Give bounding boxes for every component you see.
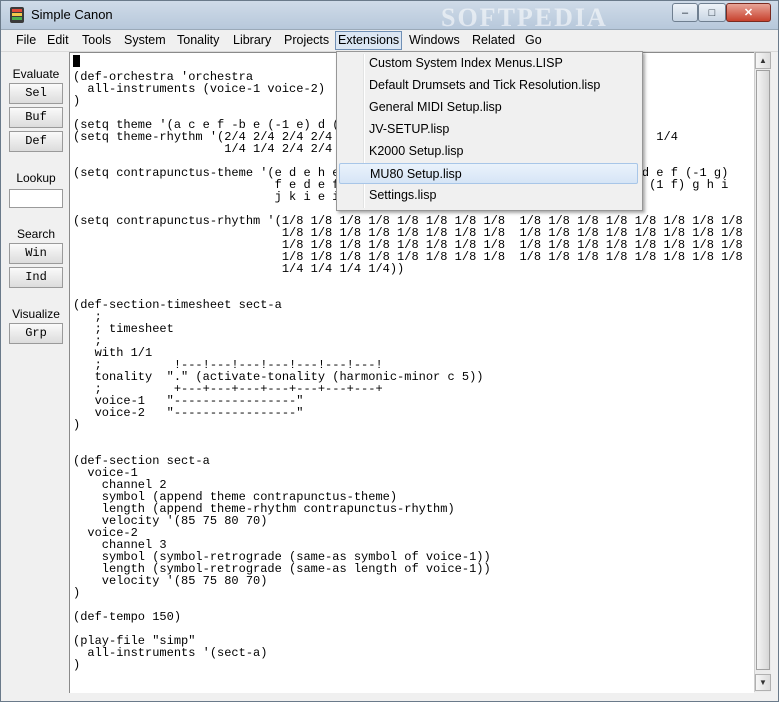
search-win-button[interactable]: Win bbox=[9, 243, 63, 264]
softpedia-watermark: SOFTPEDIA bbox=[441, 3, 608, 32]
title-bar[interactable]: Simple Canon SOFTPEDIA – □ ✕ bbox=[1, 1, 778, 32]
scroll-up-icon[interactable]: ▲ bbox=[755, 52, 771, 69]
app-icon bbox=[10, 7, 24, 23]
menu-library[interactable]: Library bbox=[231, 32, 273, 49]
menu-edit[interactable]: Edit bbox=[45, 32, 71, 49]
menu-item-k2000-setup[interactable]: K2000 Setup.lisp bbox=[339, 141, 638, 162]
evaluate-sel-button[interactable]: Sel bbox=[9, 83, 63, 104]
menu-item-settings[interactable]: Settings.lisp bbox=[339, 185, 638, 206]
menu-tools[interactable]: Tools bbox=[80, 32, 113, 49]
search-label: Search bbox=[16, 227, 56, 241]
scroll-down-icon[interactable]: ▼ bbox=[755, 674, 771, 691]
menu-bar: File Edit Tools System Tonality Library … bbox=[1, 30, 778, 52]
evaluate-buf-button[interactable]: Buf bbox=[9, 107, 63, 128]
menu-related[interactable]: Related bbox=[470, 32, 517, 49]
menu-item-mu80-setup[interactable]: MU80 Setup.lisp bbox=[339, 163, 638, 184]
menu-file[interactable]: File bbox=[14, 32, 38, 49]
menu-item-jv-setup[interactable]: JV-SETUP.lisp bbox=[339, 119, 638, 140]
scroll-thumb[interactable] bbox=[756, 70, 770, 670]
menu-item-general-midi-setup[interactable]: General MIDI Setup.lisp bbox=[339, 97, 638, 118]
menu-system[interactable]: System bbox=[122, 32, 168, 49]
menu-item-custom-system-index[interactable]: Custom System Index Menus.LISP bbox=[339, 53, 638, 74]
main-window: Simple Canon SOFTPEDIA – □ ✕ File Edit T… bbox=[0, 0, 779, 702]
visualize-label: Visualize bbox=[12, 307, 60, 321]
window-title: Simple Canon bbox=[31, 7, 113, 22]
minimize-button[interactable]: – bbox=[672, 3, 698, 22]
menu-go[interactable]: Go bbox=[523, 32, 544, 49]
visualize-grp-button[interactable]: Grp bbox=[9, 323, 63, 344]
text-cursor bbox=[73, 55, 80, 67]
menu-projects[interactable]: Projects bbox=[282, 32, 331, 49]
close-button[interactable]: ✕ bbox=[726, 3, 771, 22]
sidebar: Evaluate Sel Buf Def Lookup Search Win I… bbox=[7, 61, 65, 361]
menu-item-default-drumsets[interactable]: Default Drumsets and Tick Resolution.lis… bbox=[339, 75, 638, 96]
evaluate-label: Evaluate bbox=[12, 67, 60, 81]
menu-windows[interactable]: Windows bbox=[407, 32, 462, 49]
menu-tonality[interactable]: Tonality bbox=[175, 32, 221, 49]
lookup-label: Lookup bbox=[16, 171, 56, 185]
menu-extensions[interactable]: Extensions bbox=[335, 31, 403, 50]
search-ind-button[interactable]: Ind bbox=[9, 267, 63, 288]
lookup-input[interactable] bbox=[9, 189, 63, 208]
extensions-dropdown: Custom System Index Menus.LISP Default D… bbox=[336, 51, 643, 211]
evaluate-def-button[interactable]: Def bbox=[9, 131, 63, 152]
vertical-scrollbar[interactable]: ▲ ▼ bbox=[754, 52, 771, 692]
maximize-button[interactable]: □ bbox=[698, 3, 726, 22]
